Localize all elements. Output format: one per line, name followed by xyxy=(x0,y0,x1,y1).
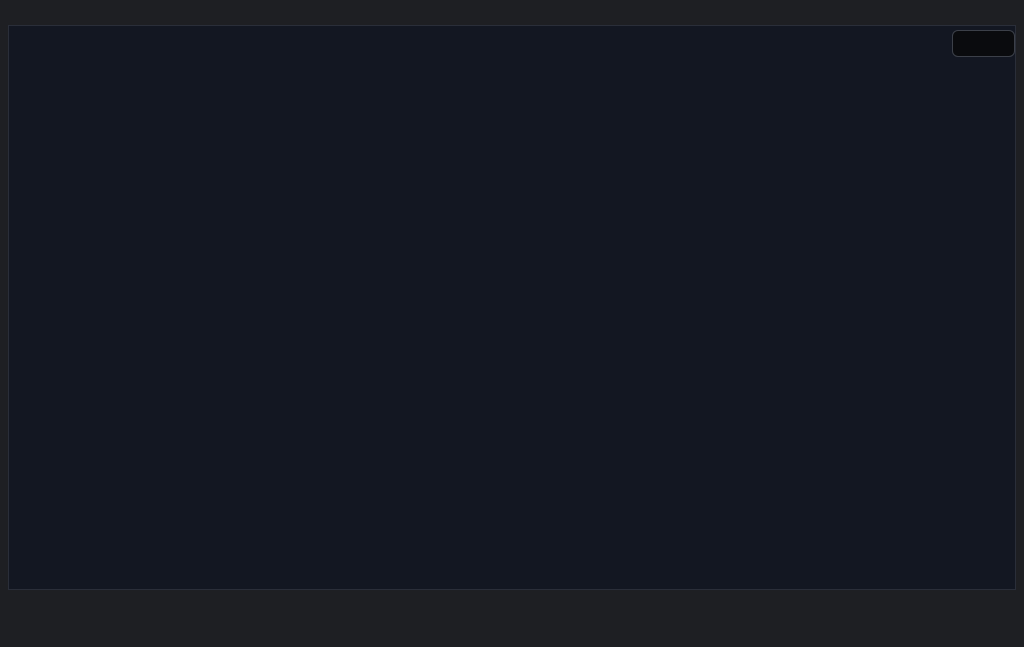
price-chart-canvas[interactable] xyxy=(8,25,1016,590)
symbol-legend-row[interactable] xyxy=(30,33,54,47)
rsi-value-tag xyxy=(948,0,1014,16)
rsi-legend-row[interactable] xyxy=(30,449,46,463)
currency-toggle-button[interactable] xyxy=(952,30,1015,57)
ma-legend-row[interactable] xyxy=(30,65,38,79)
footer-bar xyxy=(0,590,1024,647)
volume-legend-row[interactable] xyxy=(30,49,38,63)
attribution-bar xyxy=(0,0,1024,25)
tradingview-screenshot xyxy=(0,0,1024,647)
